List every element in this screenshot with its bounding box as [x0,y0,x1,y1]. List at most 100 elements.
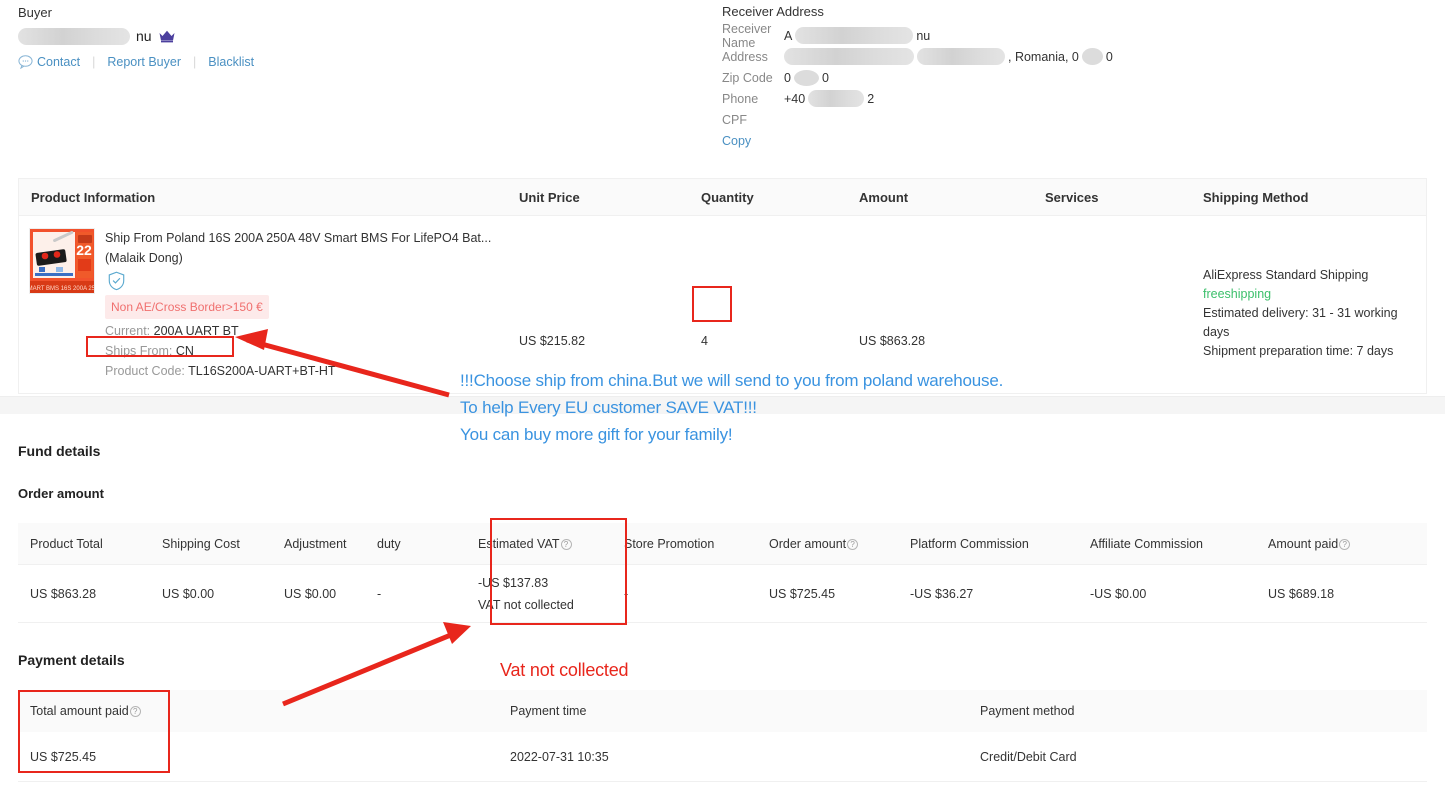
buyer-name-row: nu [18,24,266,48]
th-adjustment: Adjustment [284,536,347,551]
address-redacted-b [917,48,1005,65]
product-attr-ships-from: Ships From: CN [105,341,491,361]
annotation-red-text: Vat not collected [500,660,629,680]
contact-link[interactable]: Contact [33,55,92,69]
attr-key-product-code: Product Code: [105,364,185,378]
product-table: Product Information Unit Price Quantity … [18,178,1427,394]
blacklist-link[interactable]: Blacklist [196,55,266,69]
receiver-name-redacted [795,27,914,44]
address-label: Address [722,49,768,64]
payment-details-table: Total amount paid? Payment time Payment … [18,690,1427,782]
receiver-address-title: Receiver Address [722,4,824,19]
th-product-information: Product Information [31,189,156,205]
payment-table-header: Total amount paid? Payment time Payment … [18,690,1427,732]
report-buyer-link[interactable]: Report Buyer [95,55,193,69]
help-icon[interactable]: ? [129,706,141,717]
product-attr-current: Current: 200A UART BT [105,321,491,341]
attr-key-ships-from: Ships From: [105,344,173,358]
td-platform-commission: -US $36.27 [910,586,974,601]
copy-row: Copy [722,130,1182,151]
shipping-method-name: AliExpress Standard Shipping [1203,268,1369,282]
annotation-blue-line-3: You can buy more gift for your family! [460,425,733,444]
fund-table-header: Product Total Shipping Cost Adjustment d… [18,523,1427,565]
copy-link[interactable]: Copy [722,134,751,148]
td-payment-time: 2022-07-31 10:35 [510,749,609,764]
zip-redacted [793,69,819,86]
product-info: Ship From Poland 16S 200A 250A 48V Smart… [105,228,491,381]
phone-label: Phone [722,91,759,106]
th-shipping-cost: Shipping Cost [162,536,240,551]
product-table-header: Product Information Unit Price Quantity … [18,178,1427,216]
phone-value: +40 2 [784,90,874,107]
th-order-amount: Order amount? [757,537,898,551]
annotation-blue-line-2: To help Every EU customer SAVE VAT!!! [460,398,757,417]
td-amount-paid: US $689.18 [1268,586,1335,601]
annotation-blue-text: !!!Choose ship from china.But we will se… [460,367,1003,448]
services-cell [1045,216,1203,393]
receiver-name-prefix: A [784,28,793,43]
help-icon[interactable]: ? [847,538,859,550]
phone-suffix: 2 [867,91,875,106]
attr-value-ships-from: CN [175,344,194,358]
attr-key-current: Current: [105,324,151,338]
product-title[interactable]: Ship From Poland 16S 200A 250A 48V Smart… [105,228,491,248]
help-icon[interactable]: ? [560,538,572,550]
cpf-label: CPF [722,112,747,127]
buyer-name-suffix: nu [136,28,152,44]
estimated-delivery: Estimated delivery: 31 - 31 working days [1203,306,1398,339]
zip-code-label: Zip Code [722,70,773,85]
address-zip-tail: 0 [1105,49,1113,64]
th-estimated-vat-label: Estimated VAT [478,536,560,551]
th-amount-paid-label: Amount paid [1268,536,1339,551]
fund-details-table: Product Total Shipping Cost Adjustment d… [18,523,1427,623]
zip-prefix: 0 [784,70,791,85]
th-shipping-method: Shipping Method [1203,189,1309,205]
th-product-total: Product Total [30,536,103,551]
th-order-amount-label: Order amount [769,536,847,551]
td-order-amount: US $725.45 [769,586,836,601]
th-amount: Amount [859,189,909,205]
th-unit-price: Unit Price [519,189,580,205]
svg-text:22: 22 [76,242,92,258]
attr-value-product-code: TL16S200A-UART+BT-HT [188,364,336,378]
fund-details-title: Fund details [18,443,101,459]
address-country: , Romania, 0 [1008,49,1079,64]
svg-text:SMART BMS 16S 200A 250A: SMART BMS 16S 200A 250A [30,286,95,292]
td-store-promotion: - [624,586,629,601]
order-detail-page: Buyer nu Contact | Report Buyer | Blackl… [0,0,1445,789]
attr-value-current: 200A UART BT [153,324,239,338]
chat-bubble-icon [18,54,33,70]
address-redacted-a [784,48,914,65]
fund-table-row: US $863.28 US $0.00 US $0.00 - -US $137.… [18,565,1427,623]
th-platform-commission: Platform Commission [910,536,1029,551]
product-thumbnail[interactable]: 22 SMART BMS 16S 200A 250A [29,228,95,294]
shield-check-icon [107,271,126,291]
phone-row: Phone +40 2 [722,88,1182,109]
address-zip-redacted [1081,48,1103,65]
free-shipping-label: freeshipping [1203,287,1272,301]
th-total-amount-paid-label: Total amount paid [30,704,129,718]
payment-details-title: Payment details [18,652,125,668]
receiver-address-block: Receiver Address Receiver Name A nu Addr… [722,4,1182,151]
td-shipping-cost: US $0.00 [162,586,215,601]
phone-prefix: +40 [784,91,806,106]
cross-border-badge: Non AE/Cross Border>150 € [105,295,269,319]
th-duty: duty [377,536,401,551]
receiver-name-row: Receiver Name A nu [722,22,1182,50]
zip-code-row: Zip Code 0 0 [722,67,1182,88]
td-duty: - [377,586,382,601]
address-row: Address , Romania, 0 0 [722,46,1182,67]
td-total-amount-paid: US $725.45 [30,749,97,764]
address-value: , Romania, 0 0 [784,48,1113,65]
zip-code-value: 0 0 [784,69,829,86]
product-cell: 22 SMART BMS 16S 200A 250A [19,216,519,393]
payment-table-row: US $725.45 2022-07-31 10:35 Credit/Debit… [18,732,1427,782]
td-product-total: US $863.28 [30,586,97,601]
help-icon[interactable]: ? [1339,538,1351,550]
th-estimated-vat: Estimated VAT? [466,537,612,551]
th-store-promotion: Store Promotion [624,536,715,551]
shipping-method-cell: AliExpress Standard Shipping freeshippin… [1203,216,1426,393]
crown-icon [158,29,176,43]
phone-redacted [808,90,865,107]
td-affiliate-commission: -US $0.00 [1090,586,1147,601]
